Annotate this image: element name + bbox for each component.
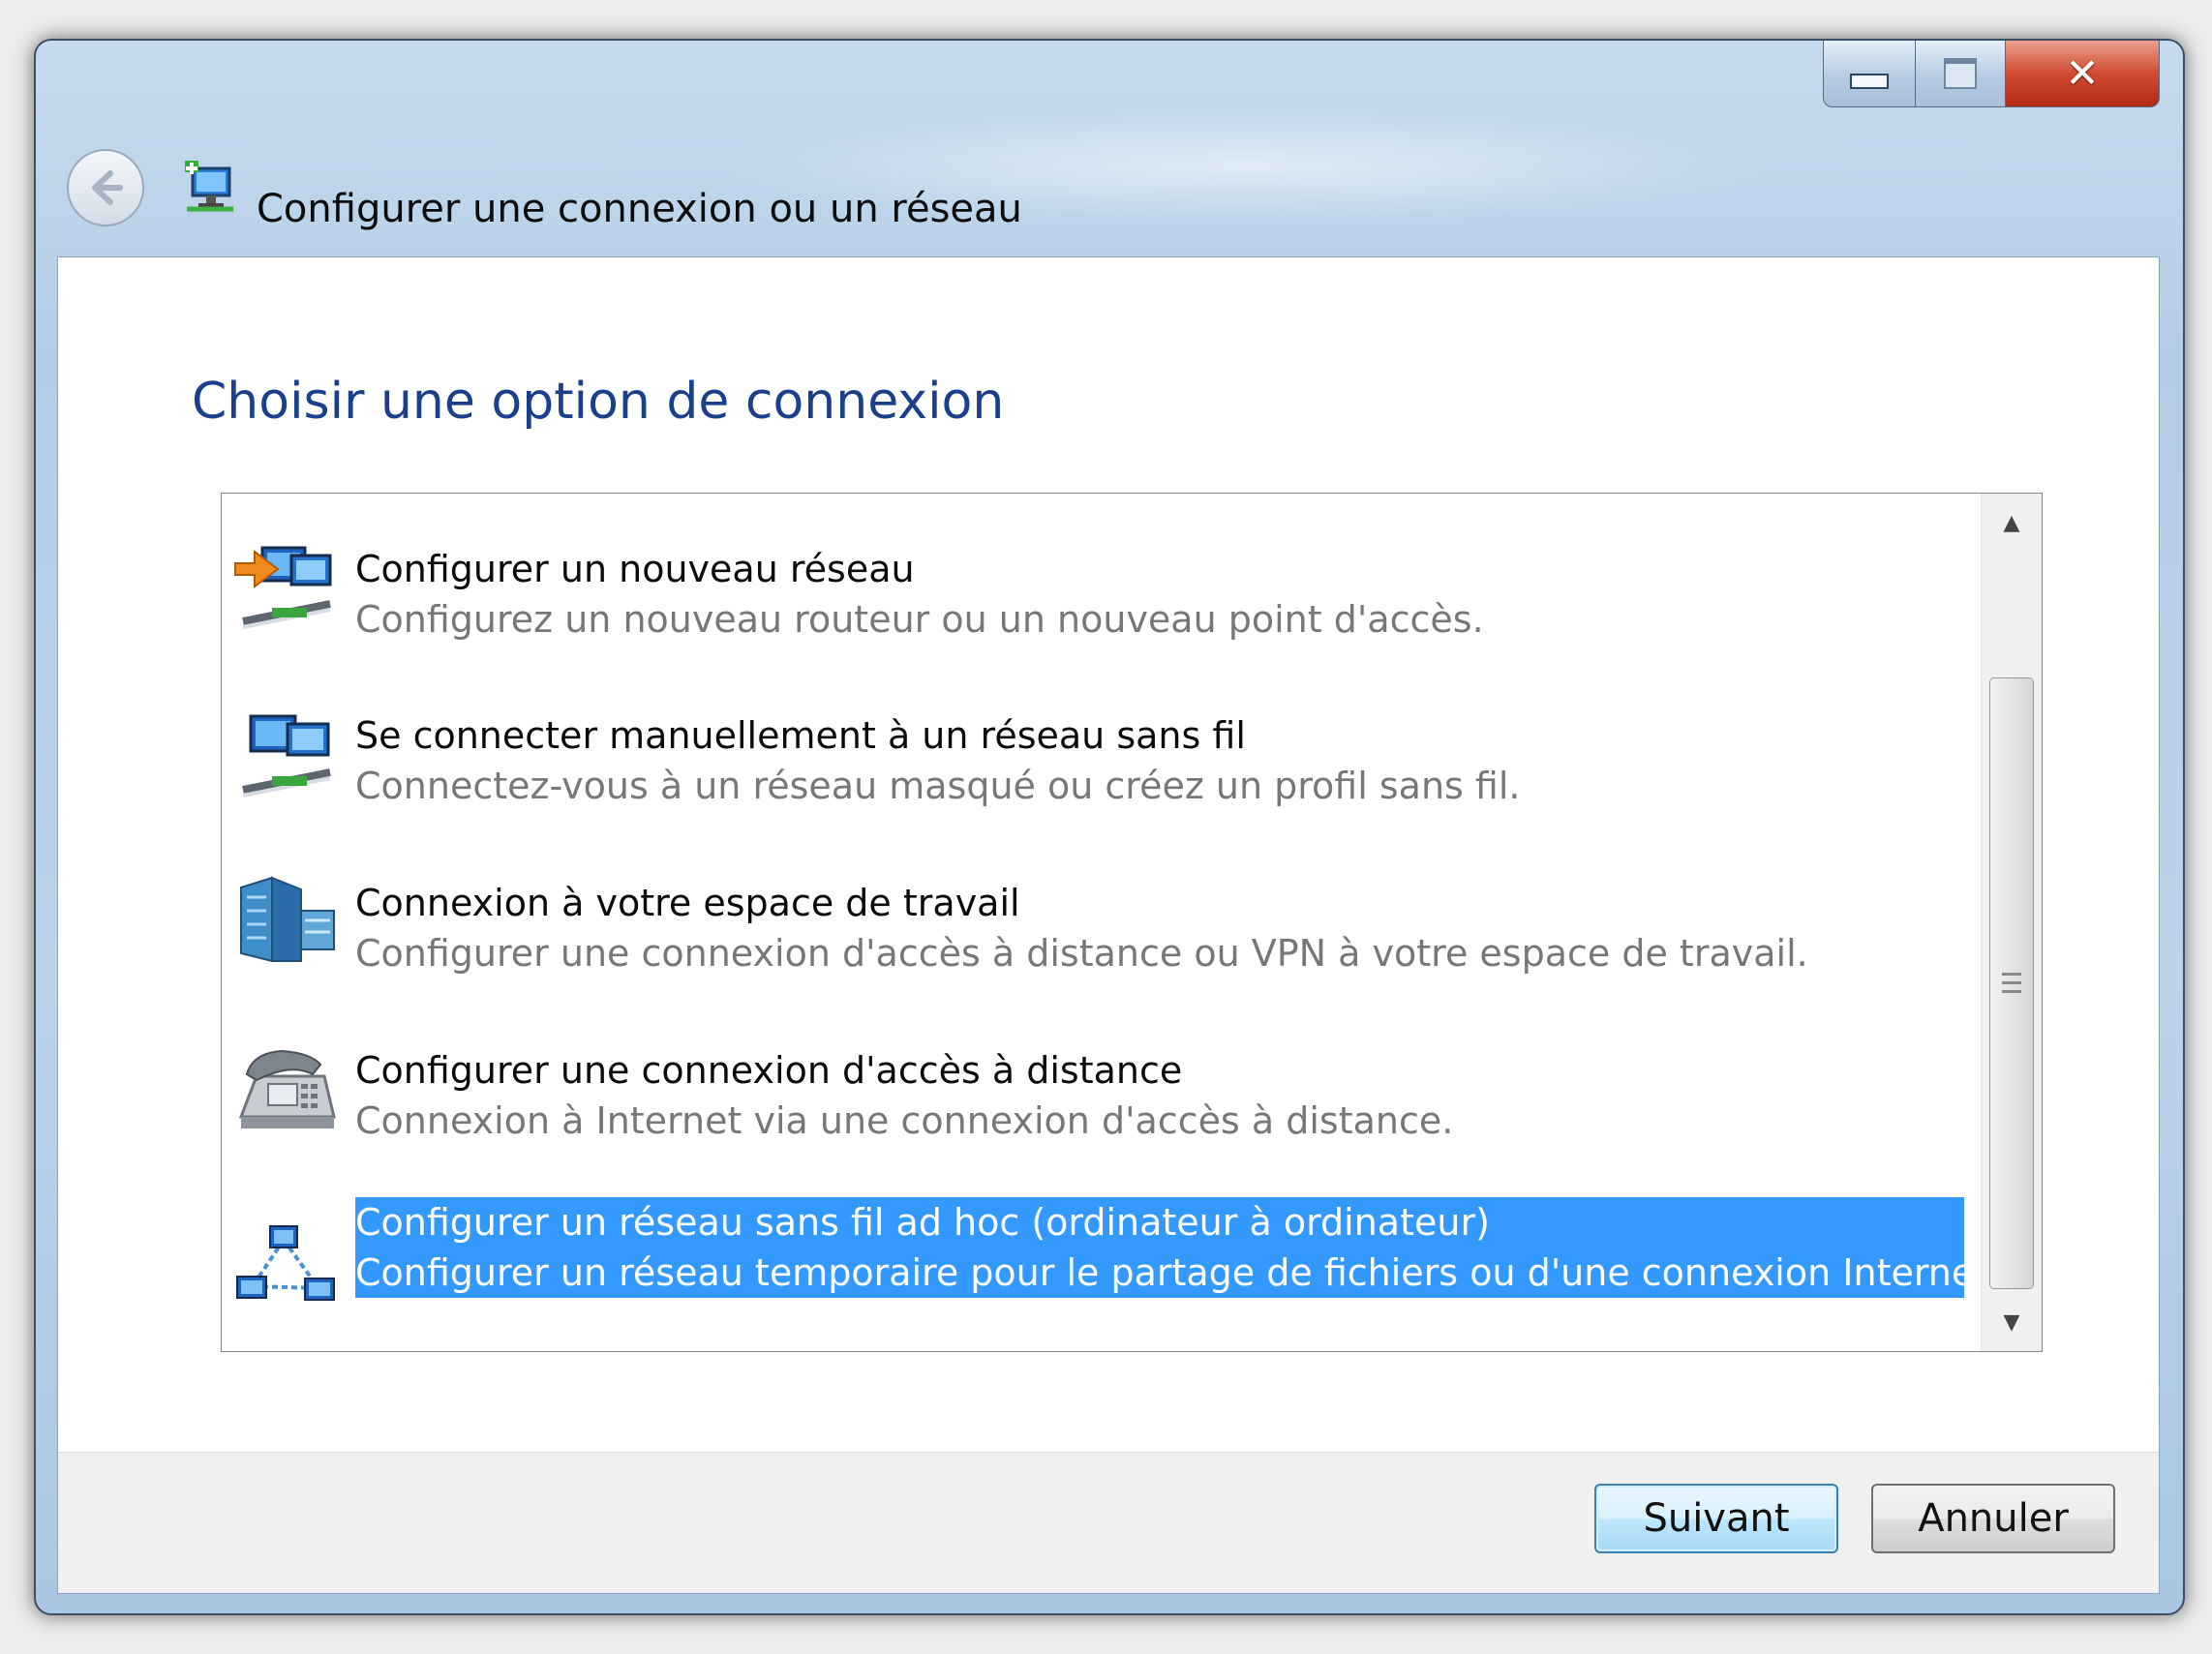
list-scrollbar[interactable]: ▲ ▼ — [1981, 494, 2042, 1351]
caption-buttons: ✕ — [1823, 41, 2160, 107]
option-adhoc[interactable]: Configurer un réseau sans fil ad hoc (or… — [222, 1197, 2001, 1342]
close-icon: ✕ — [2065, 49, 2100, 97]
option-text: Connexion à votre espace de travail Conf… — [355, 878, 1808, 978]
cancel-button[interactable]: Annuler — [1871, 1484, 2115, 1553]
option-title: Configurer un réseau sans fil ad hoc (or… — [355, 1201, 1490, 1244]
connection-options-list[interactable]: Configurer un nouveau réseau Configurez … — [221, 493, 2043, 1352]
network-setup-icon — [185, 161, 233, 212]
workplace-icon — [240, 876, 335, 963]
option-text: Se connecter manuellement à un réseau sa… — [355, 710, 1520, 811]
window-title: Configurer une connexion ou un réseau — [257, 187, 1022, 231]
option-description: Connexion à Internet via une connexion d… — [355, 1099, 1454, 1142]
minimize-icon — [1850, 74, 1889, 89]
scroll-grip-icon — [2002, 973, 2021, 994]
option-title: Se connecter manuellement à un réseau sa… — [355, 714, 1246, 757]
scroll-up-arrow-icon[interactable]: ▲ — [1982, 494, 2042, 552]
back-button[interactable] — [67, 149, 144, 226]
close-button[interactable]: ✕ — [2006, 41, 2160, 107]
option-title: Configurer une connexion d'accès à dista… — [355, 1049, 1183, 1092]
scroll-thumb[interactable] — [1989, 677, 2034, 1289]
option-title: Connexion à votre espace de travail — [355, 882, 1020, 924]
option-dialup[interactable]: Configurer une connexion d'accès à dista… — [222, 1016, 1984, 1161]
next-button[interactable]: Suivant — [1594, 1484, 1838, 1553]
option-workplace[interactable]: Connexion à votre espace de travail Conf… — [222, 849, 1984, 994]
back-arrow-icon — [92, 170, 123, 205]
maximize-button[interactable] — [1916, 41, 2006, 107]
adhoc-network-icon — [236, 1225, 335, 1301]
new-network-icon — [234, 546, 332, 629]
option-description: Configurer un réseau temporaire pour le … — [355, 1251, 2001, 1294]
option-new-network[interactable]: Configurer un nouveau réseau Configurez … — [222, 515, 1984, 660]
page-heading: Choisir une option de connexion — [192, 373, 1005, 431]
content-area: Choisir une option de connexion Configur… — [57, 256, 2160, 1594]
option-description: Connectez-vous à un réseau masqué ou cré… — [355, 765, 1521, 807]
scroll-down-arrow-icon[interactable]: ▼ — [1982, 1293, 2042, 1351]
dialog-footer: Suivant Annuler — [58, 1452, 2159, 1593]
dialog-window: ✕ Configurer une connexion ou un réseau … — [34, 39, 2185, 1615]
option-text: Configurer une connexion d'accès à dista… — [355, 1045, 1453, 1146]
minimize-button[interactable] — [1823, 41, 1916, 107]
option-description: Configurez un nouveau routeur ou un nouv… — [355, 598, 1484, 641]
option-text: Configurer un réseau sans fil ad hoc (or… — [355, 1197, 2001, 1298]
wireless-network-icon — [242, 714, 331, 797]
option-manual-wireless[interactable]: Se connecter manuellement à un réseau sa… — [222, 681, 1984, 827]
option-title: Configurer un nouveau réseau — [355, 548, 915, 590]
option-text: Configurer un nouveau réseau Configurez … — [355, 544, 1484, 645]
option-description: Configurer une connexion d'accès à dista… — [355, 932, 1808, 975]
phone-icon — [238, 1049, 336, 1128]
maximize-icon — [1944, 58, 1977, 89]
